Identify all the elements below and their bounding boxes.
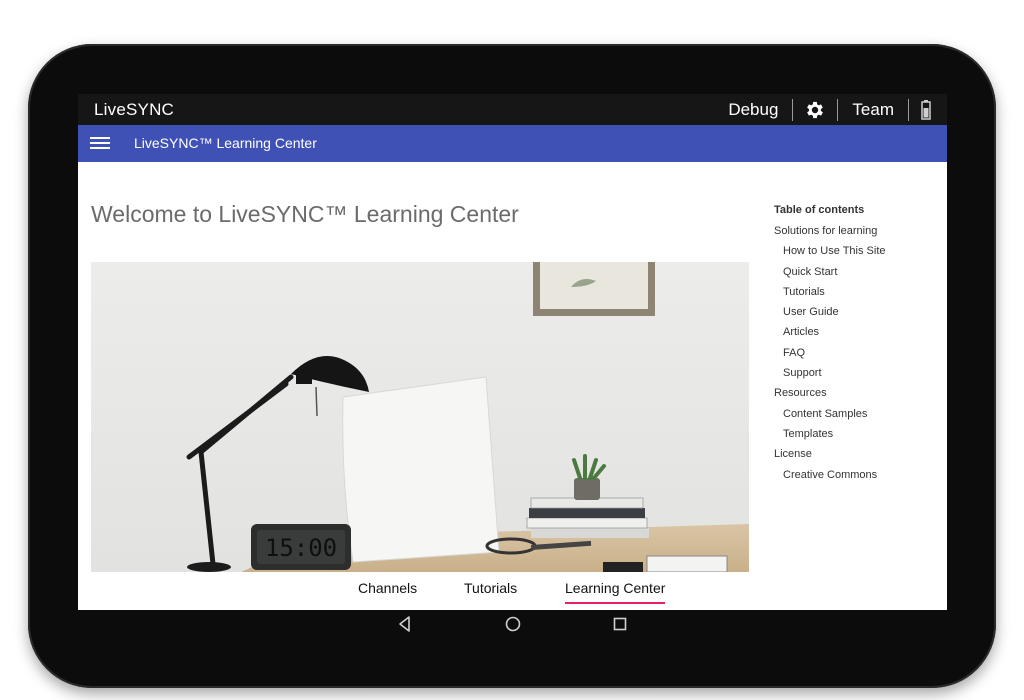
- toc-item-solutions-for-learning[interactable]: Solutions for learning: [774, 221, 944, 241]
- team-button[interactable]: Team: [838, 100, 908, 120]
- status-bar-actions: Debug Team: [714, 94, 937, 125]
- hamburger-menu-icon[interactable]: [90, 134, 110, 154]
- recents-square-icon[interactable]: [608, 612, 632, 636]
- hero-image: 15:00: [91, 262, 749, 572]
- tab-learning-center[interactable]: Learning Center: [565, 580, 666, 604]
- toc-item-how-to-use-this-site[interactable]: How to Use This Site: [774, 241, 944, 261]
- bottom-tabs: Channels Tutorials Learning Center: [78, 572, 947, 610]
- table-of-contents: Table of contents Solutions for learning…: [774, 204, 944, 485]
- page-title: Welcome to LiveSYNC™ Learning Center: [91, 201, 519, 227]
- toc-item-tutorials[interactable]: Tutorials: [774, 282, 944, 302]
- system-nav-bar: [0, 612, 1024, 636]
- toc-item-user-guide[interactable]: User Guide: [774, 302, 944, 322]
- toc-title: Table of contents: [774, 204, 865, 216]
- toc-item-faq[interactable]: FAQ: [774, 343, 944, 363]
- tab-channels[interactable]: Channels: [358, 580, 417, 596]
- gear-icon[interactable]: [793, 98, 837, 122]
- toc-item-creative-commons[interactable]: Creative Commons: [774, 465, 944, 485]
- clock-display: 15:00: [265, 534, 337, 562]
- status-bar: LiveSYNC Debug Team: [78, 94, 947, 125]
- screen: LiveSYNC Debug Team LiveSYNC™ Learning C…: [78, 94, 947, 610]
- active-tab-indicator: [565, 602, 666, 604]
- toc-item-resources[interactable]: Resources: [774, 383, 944, 403]
- tab-tutorials[interactable]: Tutorials: [464, 580, 517, 596]
- toc-item-quick-start[interactable]: Quick Start: [774, 262, 944, 282]
- back-triangle-icon[interactable]: [393, 612, 417, 636]
- toc-item-support[interactable]: Support: [774, 363, 944, 383]
- brand-label: LiveSYNC: [94, 100, 175, 119]
- toc-item-templates[interactable]: Templates: [774, 424, 944, 444]
- toc-item-content-samples[interactable]: Content Samples: [774, 404, 944, 424]
- app-bar-title: LiveSYNC™ Learning Center: [134, 135, 317, 151]
- tab-learning-center-label: Learning Center: [565, 580, 666, 596]
- app-bar: LiveSYNC™ Learning Center: [78, 125, 947, 162]
- home-circle-icon[interactable]: [501, 612, 525, 636]
- debug-button[interactable]: Debug: [714, 100, 792, 120]
- toc-item-articles[interactable]: Articles: [774, 322, 944, 342]
- toc-item-license[interactable]: License: [774, 444, 944, 464]
- battery-icon: [909, 99, 937, 120]
